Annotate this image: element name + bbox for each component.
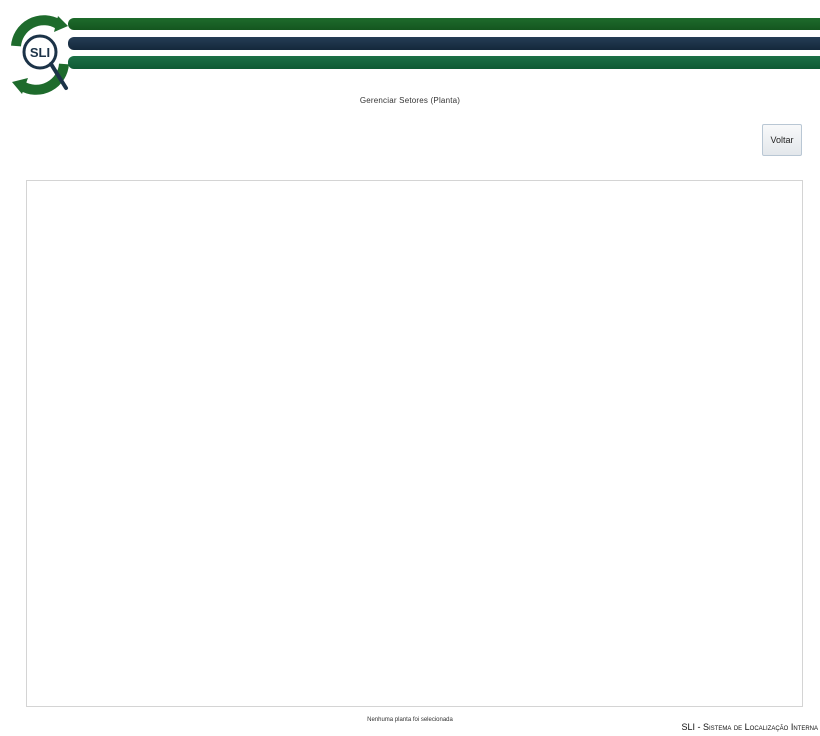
- footer-brand: SLI - Sistema de Localização Interna: [681, 722, 818, 732]
- header-bar-green: [68, 18, 820, 30]
- header-decoration: [68, 18, 820, 70]
- logo-text: SLI: [30, 45, 50, 60]
- header-bar-green-bottom: [68, 56, 820, 69]
- back-button[interactable]: Voltar: [762, 124, 802, 156]
- floor-plan-panel[interactable]: [26, 180, 803, 707]
- header-bar-navy: [68, 37, 820, 50]
- page: SLI Gerenciar Setores (Planta) Voltar Ne…: [0, 0, 820, 736]
- page-title: Gerenciar Setores (Planta): [359, 96, 461, 105]
- sli-logo-icon: SLI: [11, 15, 69, 95]
- sli-logo: SLI: [6, 6, 76, 102]
